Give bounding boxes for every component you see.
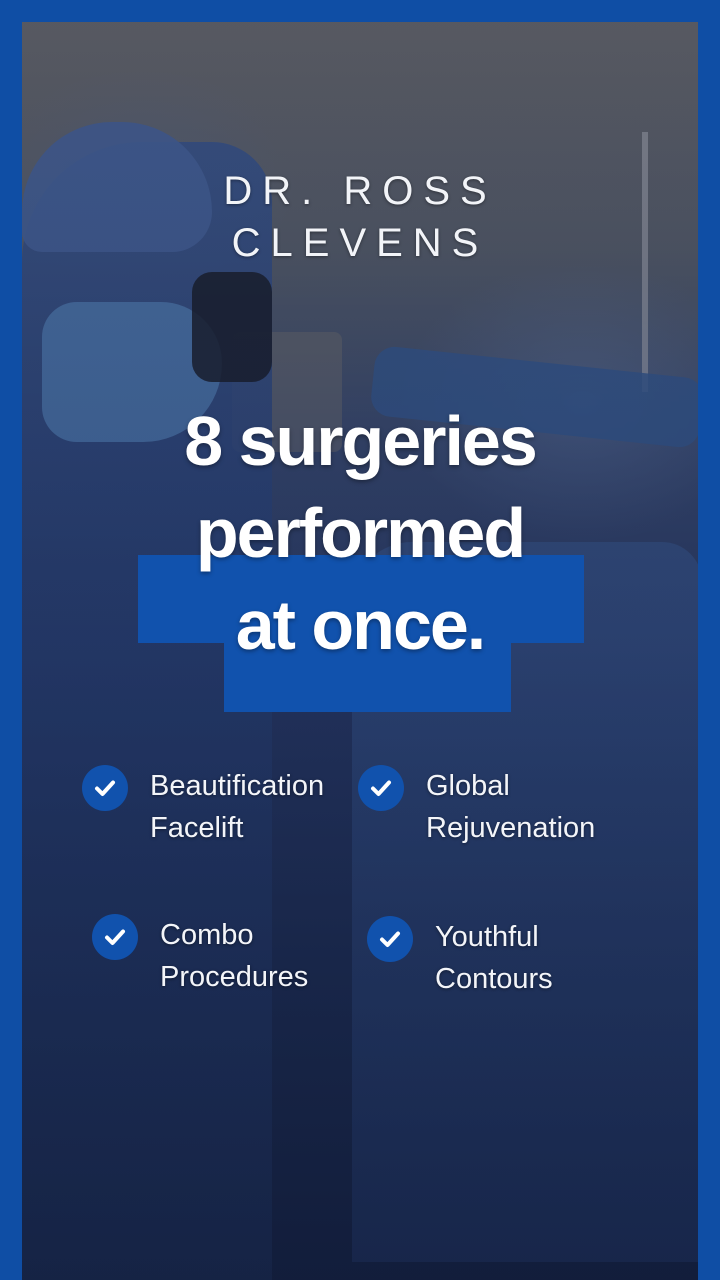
checklist-item-label: Global Rejuvenation: [426, 765, 595, 849]
checklist-item: Beautification Facelift: [82, 765, 324, 849]
checkmark-circle-icon: [82, 765, 128, 811]
doctor-name-line-2: CLEVENS: [231, 221, 489, 265]
checklist-item-label-line-1: Global: [426, 770, 510, 802]
checklist-item-label-line-2: Facelift: [150, 812, 244, 844]
checklist-item-label-line-2: Contours: [435, 963, 553, 995]
headline-line-3: at once.: [235, 586, 487, 664]
checklist-item-label-line-1: Combo: [160, 919, 254, 951]
checklist-item-label-line-2: Procedures: [160, 961, 309, 993]
doctor-name-line-1: DR. ROSS: [223, 169, 497, 213]
headline: 8 surgeries performed at once.: [0, 395, 720, 671]
checklist-item-label: Combo Procedures: [160, 914, 308, 998]
checklist-item: Combo Procedures: [92, 914, 308, 998]
checklist-item-label-line-1: Beautification: [150, 770, 325, 802]
checklist-item-label-line-1: Youthful: [435, 921, 539, 953]
checkmark-circle-icon: [358, 765, 404, 811]
headline-line-2: performed: [195, 494, 526, 572]
checklist-item-label: Youthful Contours: [435, 916, 553, 1000]
checkmark-circle-icon: [92, 914, 138, 960]
checkmark-circle-icon: [367, 916, 413, 962]
headline-line-1: 8 surgeries: [184, 402, 538, 480]
checklist-item-label: Beautification Facelift: [150, 765, 324, 849]
doctor-name: DR. ROSS CLEVENS: [0, 165, 720, 269]
checklist-item-label-line-2: Rejuvenation: [426, 812, 596, 844]
checklist-item: Global Rejuvenation: [358, 765, 595, 849]
checklist-item: Youthful Contours: [367, 916, 553, 1000]
